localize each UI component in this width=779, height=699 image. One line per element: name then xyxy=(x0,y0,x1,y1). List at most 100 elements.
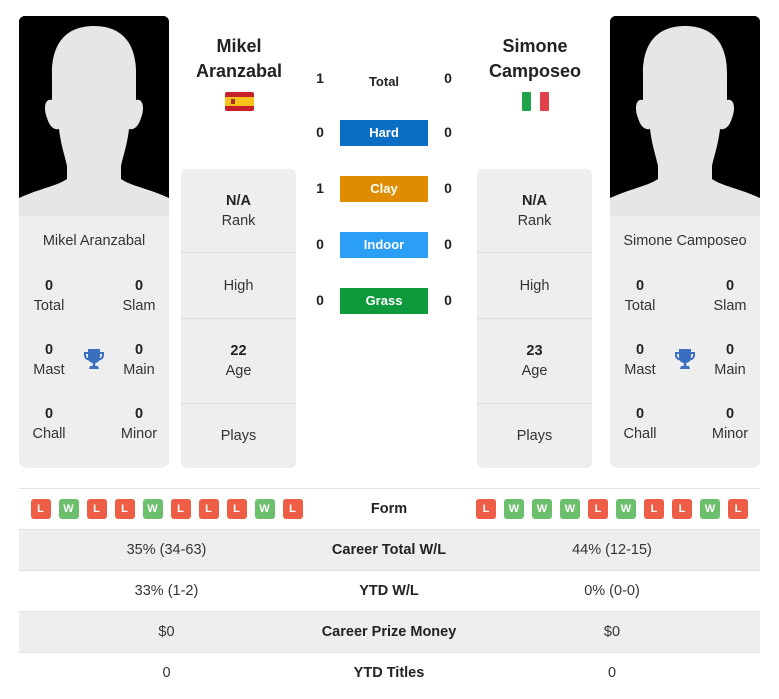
form-win-badge[interactable]: W xyxy=(700,499,720,519)
left-value: 0 xyxy=(162,665,171,681)
titles-total: 0 Total xyxy=(19,276,79,316)
surface-clay-badge[interactable]: Clay xyxy=(340,176,428,202)
form-loss-badge[interactable]: L xyxy=(30,499,51,519)
form-label: Form xyxy=(370,501,408,517)
titles-main-value: 0 xyxy=(134,342,144,358)
avatar-silhouette-icon xyxy=(610,16,760,216)
player-card-right: Simone Camposeo 0 Total 0 Slam 0 Mast 0 Main… xyxy=(610,216,760,468)
h2h-row-clay: 1 Clay 0 xyxy=(300,176,470,204)
high-label: High xyxy=(223,278,254,294)
form-win-badge[interactable]: W xyxy=(560,499,580,519)
titles-minor-value: 0 xyxy=(134,406,144,422)
form-loss-badge[interactable]: L xyxy=(282,499,303,519)
titles-slam-value: 0 xyxy=(725,278,735,294)
form-win-badge[interactable]: W xyxy=(616,499,636,519)
avatar-silhouette-icon xyxy=(19,16,169,216)
row-label: YTD Titles xyxy=(353,665,425,681)
age-label: Age xyxy=(225,363,252,379)
trophy-icon xyxy=(84,349,104,369)
h2h-row-grass: 0 Grass 0 xyxy=(300,288,470,316)
form-loss-badge[interactable]: L xyxy=(588,499,608,519)
rank-row: N/A Rank xyxy=(181,169,296,253)
player-name: Mikel Aranzabal xyxy=(42,233,146,249)
plays-label: Plays xyxy=(516,428,553,444)
titles-main: 0 Main xyxy=(109,340,169,380)
age-value: 22 xyxy=(230,343,247,359)
age-value: 23 xyxy=(526,343,543,359)
surface-hard-badge[interactable]: Hard xyxy=(340,120,428,146)
player-title-left[interactable]: Mikel Aranzabal xyxy=(169,34,309,84)
h2h-left-value: 1 xyxy=(316,70,324,86)
form-win-badge[interactable]: W xyxy=(58,499,79,519)
row-label: Career Total W/L xyxy=(331,542,447,558)
form-loss-badge[interactable]: L xyxy=(170,499,191,519)
titles-slam-label: Slam xyxy=(122,298,156,314)
player-photo-left xyxy=(19,16,169,216)
titles-main: 0 Main xyxy=(700,340,760,380)
titles-minor: 0 Minor xyxy=(700,404,760,444)
form-row: LWLLWLLLWL Form LWWWLWLLWL xyxy=(19,489,760,530)
row-label: Career Prize Money xyxy=(321,624,457,640)
form-right: LWWWLWLLWL xyxy=(464,489,760,529)
titles-slam-label: Slam xyxy=(713,298,747,314)
surface-grass-badge[interactable]: Grass xyxy=(340,288,428,314)
form-loss-badge[interactable]: L xyxy=(644,499,664,519)
h2h-right-value: 0 xyxy=(444,180,452,196)
player-name: Simone Camposeo xyxy=(623,233,747,249)
table-row: 0 YTD Titles 0 xyxy=(19,653,760,694)
titles-slam: 0 Slam xyxy=(700,276,760,316)
titles-chall-value: 0 xyxy=(44,406,54,422)
h2h-right-value: 0 xyxy=(444,124,452,140)
table-row: $0 Career Prize Money $0 xyxy=(19,612,760,653)
titles-mast-value: 0 xyxy=(635,342,645,358)
left-value: 35% (34-63) xyxy=(126,542,207,558)
h2h-row-hard: 0 Hard 0 xyxy=(300,120,470,148)
titles-mast-label: Mast xyxy=(624,362,656,378)
titles-minor-label: Minor xyxy=(711,426,749,442)
table-row: 35% (34-63) Career Total W/L 44% (12-15) xyxy=(19,530,760,571)
right-value: 44% (12-15) xyxy=(572,542,652,558)
titles-chall-label: Chall xyxy=(32,426,66,442)
h2h-right-value: 0 xyxy=(444,292,452,308)
form-loss-badge[interactable]: L xyxy=(114,499,135,519)
titles-main-value: 0 xyxy=(725,342,735,358)
form-win-badge[interactable]: W xyxy=(504,499,524,519)
rank-label: Rank xyxy=(517,213,552,229)
titles-chall: 0 Chall xyxy=(19,404,79,444)
spain-flag-icon xyxy=(225,92,254,111)
titles-main-label: Main xyxy=(714,362,746,378)
titles-mast: 0 Mast xyxy=(19,340,79,380)
player-title-right[interactable]: Simone Camposeo xyxy=(465,34,605,84)
surface-indoor-badge[interactable]: Indoor xyxy=(340,232,428,258)
rank-row: N/A Rank xyxy=(477,169,592,253)
right-value: 0% (0-0) xyxy=(584,583,640,599)
player-first-name: Mikel xyxy=(216,36,262,56)
comparison-table: LWLLWLLLWL Form LWWWLWLLWL 35% (34-63) C… xyxy=(19,488,760,694)
left-value: $0 xyxy=(158,624,175,640)
h2h-left-value: 0 xyxy=(316,124,324,140)
form-loss-badge[interactable]: L xyxy=(672,499,692,519)
titles-minor-label: Minor xyxy=(120,426,158,442)
form-loss-badge[interactable]: L xyxy=(198,499,219,519)
form-win-badge[interactable]: W xyxy=(254,499,275,519)
form-win-badge[interactable]: W xyxy=(532,499,552,519)
form-loss-badge[interactable]: L xyxy=(728,499,748,519)
right-value: $0 xyxy=(603,624,621,640)
titles-total-label: Total xyxy=(33,298,65,314)
titles-mast-label: Mast xyxy=(33,362,65,378)
table-row: 33% (1-2) YTD W/L 0% (0-0) xyxy=(19,571,760,612)
form-loss-badge[interactable]: L xyxy=(86,499,107,519)
titles-total-value: 0 xyxy=(44,278,54,294)
high-row: High xyxy=(181,253,296,319)
h2h-left-value: 1 xyxy=(316,180,324,196)
right-value: 0 xyxy=(607,665,617,681)
rank-value: N/A xyxy=(522,193,547,209)
player-first-name: Simone xyxy=(502,36,568,56)
titles-mast-value: 0 xyxy=(44,342,54,358)
player-last-name: Aranzabal xyxy=(195,61,283,81)
form-loss-badge[interactable]: L xyxy=(226,499,247,519)
form-win-badge[interactable]: W xyxy=(142,499,163,519)
italy-flag-icon xyxy=(521,92,550,111)
titles-main-label: Main xyxy=(123,362,155,378)
form-loss-badge[interactable]: L xyxy=(476,499,496,519)
